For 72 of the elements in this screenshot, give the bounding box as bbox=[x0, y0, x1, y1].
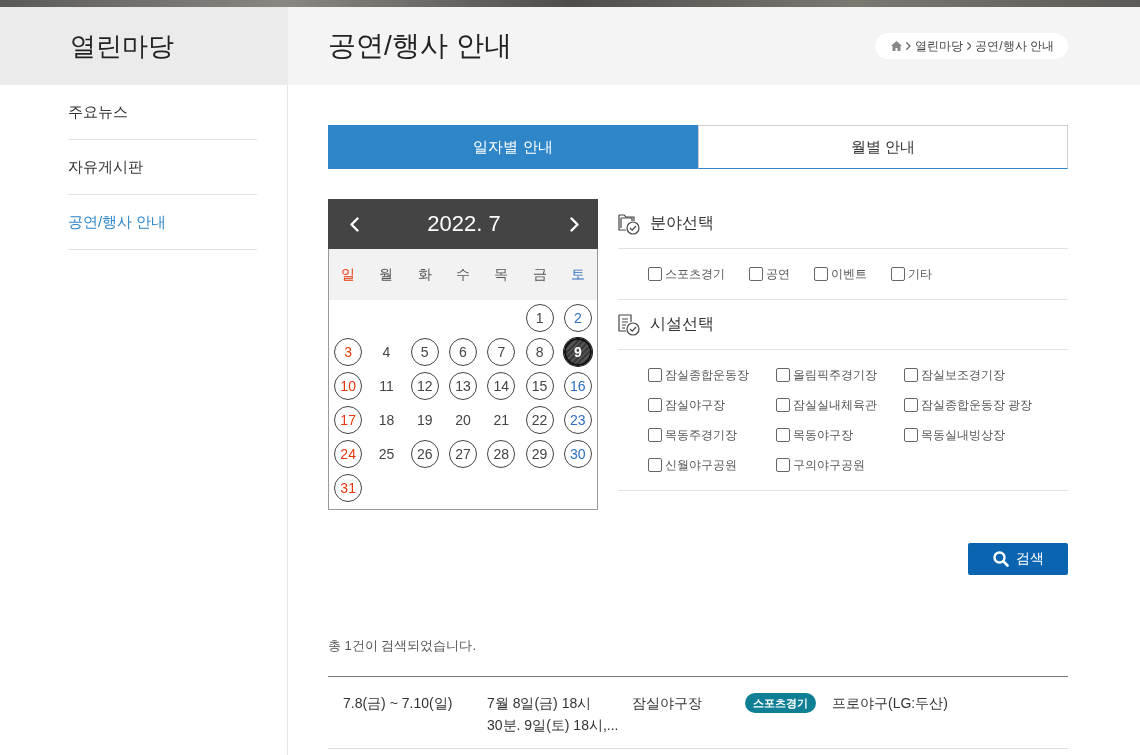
category-tag: 스포츠경기 bbox=[745, 693, 816, 713]
checkbox[interactable] bbox=[776, 458, 790, 472]
weekday-label: 월 bbox=[378, 265, 395, 284]
calendar-day: 11 bbox=[372, 372, 401, 400]
chevron-left-icon bbox=[349, 216, 359, 232]
list-check-icon bbox=[618, 313, 640, 336]
venue-cell-text: 잠실야구장 bbox=[632, 694, 703, 713]
checkbox[interactable] bbox=[648, 458, 662, 472]
checkbox-label[interactable]: 목동야구장 bbox=[793, 426, 853, 444]
weekday-label: 화 bbox=[416, 265, 433, 284]
checkbox-label[interactable]: 올림픽주경기장 bbox=[793, 366, 877, 384]
checkbox-label[interactable]: 잠실실내체육관 bbox=[793, 396, 877, 414]
checkbox-label[interactable]: 잠실야구장 bbox=[665, 396, 725, 414]
checkbox-label[interactable]: 잠실보조경기장 bbox=[921, 366, 1005, 384]
tab[interactable]: 월별 안내 bbox=[698, 125, 1068, 169]
calendar-day: 4 bbox=[372, 338, 401, 366]
weekday-label: 토 bbox=[569, 265, 586, 284]
result-summary: 총 1건이 검색되었습니다. bbox=[328, 638, 478, 654]
weekday-label: 수 bbox=[455, 265, 471, 284]
checkbox[interactable] bbox=[648, 398, 662, 412]
weekday-label: 목 bbox=[493, 265, 510, 284]
calendar-day[interactable]: 9 bbox=[563, 338, 592, 366]
home-icon[interactable] bbox=[890, 41, 902, 51]
checkbox-label[interactable]: 잠실종합운동장 광장 bbox=[921, 396, 1033, 414]
checkbox-label[interactable]: 공연 bbox=[766, 265, 790, 283]
checkbox-label[interactable]: 구의야구공원 bbox=[793, 456, 865, 474]
chevron-right-icon bbox=[966, 42, 972, 50]
event-title-link[interactable]: 프로야구(LG:두산) bbox=[832, 692, 1068, 714]
chevron-right-icon bbox=[569, 216, 579, 232]
weekday-label: 금 bbox=[531, 265, 548, 284]
schedule-cell-text: 7월 8일(금) 18시 30분. 9일(토) 18시,... bbox=[487, 694, 620, 735]
checkbox[interactable] bbox=[749, 267, 763, 281]
sidebar-item[interactable]: 주요뉴스 bbox=[68, 85, 257, 140]
filter-title: 분야선택 bbox=[650, 213, 714, 233]
checkbox[interactable] bbox=[776, 398, 790, 412]
checkbox-label[interactable]: 기타 bbox=[908, 265, 932, 283]
calendar-day: 18 bbox=[372, 406, 401, 434]
tab[interactable]: 일자별 안내 bbox=[328, 125, 698, 169]
checkbox-label[interactable]: 이벤트 bbox=[831, 265, 867, 283]
calendar-day: 19 bbox=[410, 406, 439, 434]
breadcrumb-link[interactable]: 열린마당 bbox=[914, 37, 963, 55]
search-icon bbox=[992, 551, 1009, 567]
checkbox[interactable] bbox=[776, 368, 790, 382]
folder-check-icon bbox=[618, 212, 640, 235]
checkbox[interactable] bbox=[904, 398, 918, 412]
breadcrumb-link[interactable]: 공연/행사 안내 bbox=[975, 37, 1054, 55]
checkbox[interactable] bbox=[904, 428, 918, 442]
calendar-day: 20 bbox=[449, 406, 477, 434]
sidebar-item[interactable]: 공연/행사 안내 bbox=[68, 195, 257, 250]
chevron-right-icon bbox=[905, 42, 911, 50]
checkbox-label[interactable]: 신월야구공원 bbox=[665, 456, 737, 474]
checkbox-label[interactable]: 잠실종합운동장 bbox=[665, 366, 749, 384]
calendar-day: 21 bbox=[487, 406, 516, 434]
sidebar-item[interactable]: 자유게시판 bbox=[68, 140, 257, 195]
month-title: 2022. 7 bbox=[427, 211, 501, 237]
checkbox[interactable] bbox=[904, 368, 918, 382]
checkbox[interactable] bbox=[648, 428, 662, 442]
page-title: 공연/행사 안내 bbox=[328, 29, 512, 63]
period-cell-text: 7.8(금) ~ 7.10(일) bbox=[343, 694, 454, 713]
checkbox-label[interactable]: 목동실내빙상장 bbox=[921, 426, 1005, 444]
search-button[interactable]: 검색 bbox=[968, 543, 1068, 575]
weekday-label: 일 bbox=[340, 265, 357, 284]
checkbox-label[interactable]: 목동주경기장 bbox=[665, 426, 737, 444]
checkbox[interactable] bbox=[776, 428, 790, 442]
checkbox[interactable] bbox=[891, 267, 905, 281]
checkbox-label[interactable]: 스포츠경기 bbox=[665, 265, 725, 283]
checkbox[interactable] bbox=[648, 267, 662, 281]
sidebar-title: 열린마당 bbox=[70, 29, 174, 63]
checkbox[interactable] bbox=[648, 368, 662, 382]
filter-title: 시설선택 bbox=[650, 314, 714, 334]
calendar-day: 25 bbox=[372, 440, 401, 468]
checkbox[interactable] bbox=[814, 267, 828, 281]
